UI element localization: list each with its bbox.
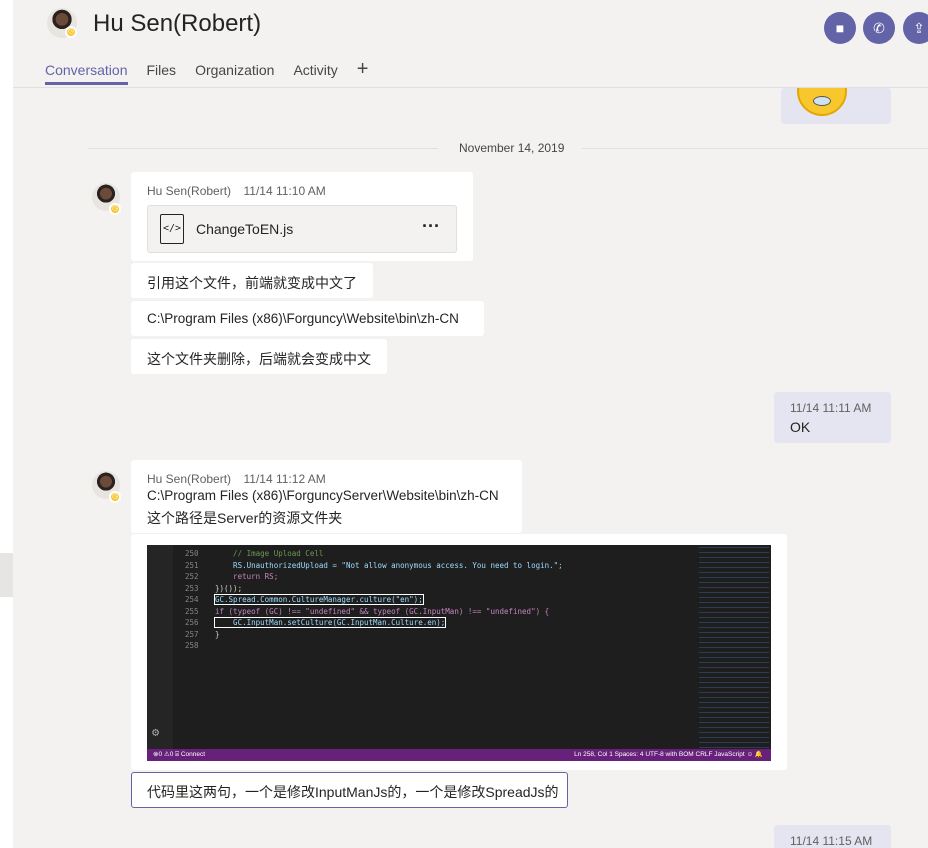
sender-name[interactable]: Hu Sen(Robert) xyxy=(147,184,231,198)
sticker-message xyxy=(781,88,891,124)
code-line: return RS; xyxy=(215,572,279,581)
rail-item-highlight[interactable] xyxy=(0,553,13,597)
video-call-icon[interactable]: ■ xyxy=(824,12,856,44)
tab-activity[interactable]: Activity xyxy=(293,62,337,85)
code-screenshot-image[interactable]: ⚙ 250 251 252 253 254 255 256 257 258 //… xyxy=(147,545,771,761)
file-attachment[interactable]: </> ChangeToEN.js ··· xyxy=(147,205,457,253)
away-status-icon: ◷ xyxy=(65,26,77,38)
more-options-icon[interactable]: ··· xyxy=(422,216,440,237)
status-left: ⊗0 ⚠0 ⌸ Connect xyxy=(153,751,206,758)
message-timestamp: 11/14 11:11 AM xyxy=(790,401,872,415)
audio-call-icon[interactable]: ✆ xyxy=(863,12,895,44)
message-body-line: 这个路径是Server的资源文件夹 xyxy=(147,510,343,526)
code-line-highlighted: GC.InputMan.setCulture(GC.InputMan.Cultu… xyxy=(213,617,447,628)
share-screen-icon[interactable]: ⇪ xyxy=(903,12,928,44)
message-body: 引用这个文件，前端就变成中文了 xyxy=(147,275,357,291)
date-label: November 14, 2019 xyxy=(459,141,565,155)
message-text: 这个文件夹删除，后端就会变成中文 xyxy=(131,339,387,374)
line-number: 254 xyxy=(185,595,199,604)
file-name[interactable]: ChangeToEN.js xyxy=(196,221,293,237)
line-number: 256 xyxy=(185,618,199,627)
left-rail xyxy=(0,0,13,848)
editor-minimap xyxy=(699,545,769,749)
tab-files[interactable]: Files xyxy=(147,62,177,85)
message-body: 这个文件夹删除，后端就会变成中文 xyxy=(147,351,371,367)
code-line: RS.UnauthorizedUpload = "Not allow anony… xyxy=(215,560,563,570)
line-number: 253 xyxy=(185,583,199,593)
line-number: 258 xyxy=(185,641,199,650)
message-text: Hu Sen(Robert) 11/14 11:12 AM C:\Program… xyxy=(131,460,522,533)
message-body: C:\Program Files (x86)\Forguncy\Website\… xyxy=(147,311,459,326)
line-number: 255 xyxy=(185,606,199,616)
message-text-selected[interactable]: 代码里这两句，一个是修改InputManJs的，一个是修改SpreadJs的 xyxy=(131,772,568,808)
message-body-line: C:\Program Files (x86)\ForguncyServer\We… xyxy=(147,488,499,503)
tab-organization[interactable]: Organization xyxy=(195,62,274,85)
message-image: ⚙ 250 251 252 253 254 255 256 257 258 //… xyxy=(131,534,787,770)
sender-name[interactable]: Hu Sen(Robert) xyxy=(147,472,231,486)
tab-conversation[interactable]: Conversation xyxy=(45,62,128,85)
code-line: // Image Upload Cell xyxy=(215,549,324,558)
away-status-icon: ◷ xyxy=(109,203,121,215)
code-line-highlighted: GC.Spread.Common.CultureManager.culture(… xyxy=(214,594,424,605)
date-separator: November 14, 2019 xyxy=(88,140,928,156)
my-message: 11/14 11:15 AM xyxy=(774,825,891,848)
message-timestamp: 11/14 11:15 AM xyxy=(790,834,873,848)
chat-title: Hu Sen(Robert) xyxy=(93,10,262,37)
line-number: 252 xyxy=(185,572,199,581)
status-right: Ln 258, Col 1 Spaces: 4 UTF-8 with BOM C… xyxy=(574,751,763,758)
line-number: 250 xyxy=(185,549,199,558)
editor-status-bar: ⊗0 ⚠0 ⌸ Connect Ln 258, Col 1 Spaces: 4 … xyxy=(147,749,771,761)
code-line: if (typeof (GC) !== "undefined" && typeo… xyxy=(215,606,550,616)
line-number: 251 xyxy=(185,560,199,570)
away-status-icon: ◷ xyxy=(109,491,121,503)
message-body: 代码里这两句，一个是修改InputManJs的，一个是修改SpreadJs的 xyxy=(147,784,559,800)
message-text: 引用这个文件，前端就变成中文了 xyxy=(131,263,373,298)
code-file-icon: </> xyxy=(160,214,184,244)
message-body: OK xyxy=(790,419,811,435)
emoji-sticker-icon xyxy=(797,88,847,116)
message-timestamp: 11/14 11:10 AM xyxy=(243,184,326,198)
message-timestamp: 11/14 11:12 AM xyxy=(243,472,326,486)
message-text: C:\Program Files (x86)\Forguncy\Website\… xyxy=(131,301,484,336)
message-file: Hu Sen(Robert) 11/14 11:10 AM </> Change… xyxy=(131,172,473,261)
editor-gutter xyxy=(147,545,173,749)
settings-gear-icon: ⚙ xyxy=(152,725,160,739)
add-tab-icon[interactable]: + xyxy=(357,59,369,85)
line-number: 257 xyxy=(185,629,199,639)
code-line: })()); xyxy=(215,583,243,593)
chat-header: ◷ Hu Sen(Robert) ■ ✆ ⇪ Conversation File… xyxy=(13,0,928,88)
tab-bar: Conversation Files Organization Activity… xyxy=(45,59,387,85)
my-message: 11/14 11:11 AM OK xyxy=(774,392,891,443)
code-line: } xyxy=(215,629,220,639)
